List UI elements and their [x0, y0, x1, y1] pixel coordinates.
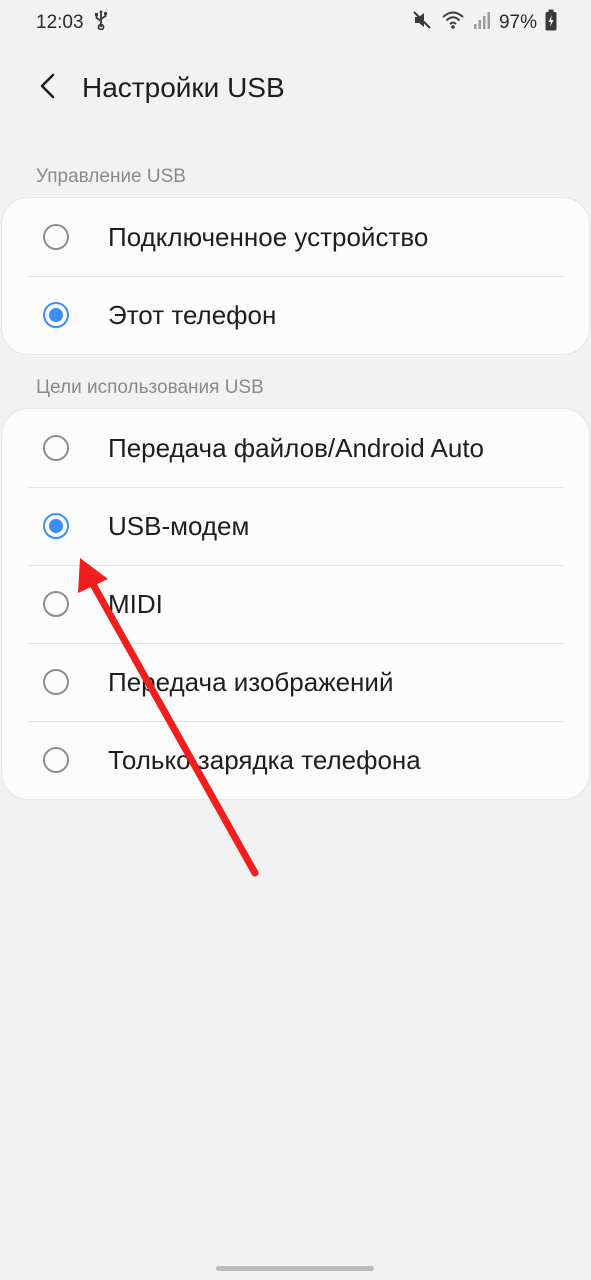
- option-label: Передача изображений: [108, 666, 394, 697]
- option-label: Подключенное устройство: [108, 221, 429, 252]
- option-label: Передача файлов/Android Auto: [108, 432, 485, 463]
- page-title: Настройки USB: [82, 72, 285, 103]
- battery-percent: 97%: [498, 12, 537, 33]
- option-this-phone[interactable]: Этот телефон: [2, 276, 589, 354]
- back-button[interactable]: [28, 68, 68, 108]
- status-time: 12:03: [36, 12, 84, 33]
- usb-control-card: Подключенное устройство Этот телефон: [2, 198, 589, 354]
- option-image-transfer[interactable]: Передача изображений: [2, 643, 589, 721]
- radio-image-transfer[interactable]: [43, 669, 69, 695]
- radio-connected-device[interactable]: [43, 224, 69, 250]
- radio-midi[interactable]: [43, 591, 69, 617]
- option-file-transfer[interactable]: Передача файлов/Android Auto: [2, 409, 589, 487]
- option-midi[interactable]: MIDI: [2, 565, 589, 643]
- option-label: Этот телефон: [108, 299, 277, 330]
- app-bar: Настройки USB: [0, 56, 591, 120]
- option-label: MIDI: [108, 588, 163, 619]
- radio-charge-only[interactable]: [43, 747, 69, 773]
- chevron-left-icon: [38, 73, 58, 104]
- radio-file-transfer[interactable]: [43, 435, 69, 461]
- section-label-usb-purpose: Цели использования USB: [36, 377, 264, 398]
- usb-purpose-card: Передача файлов/Android Auto USB-модем M…: [2, 409, 589, 799]
- option-usb-modem[interactable]: USB-модем: [2, 487, 589, 565]
- status-bar: 12:03 97%: [0, 0, 591, 46]
- battery-charging-icon: [545, 9, 557, 37]
- radio-usb-modem[interactable]: [43, 513, 69, 539]
- navigation-handle[interactable]: [216, 1266, 374, 1271]
- section-label-usb-control: Управление USB: [36, 166, 186, 187]
- option-charge-only[interactable]: Только зарядка телефона: [2, 721, 589, 799]
- option-label: Только зарядка телефона: [108, 744, 421, 775]
- radio-this-phone[interactable]: [43, 302, 69, 328]
- wifi-icon: [441, 10, 465, 36]
- signal-icon: [473, 10, 491, 36]
- usb-icon: [94, 10, 108, 36]
- vibrate-off-icon: [411, 9, 433, 37]
- option-connected-device[interactable]: Подключенное устройство: [2, 198, 589, 276]
- option-label: USB-модем: [108, 510, 250, 541]
